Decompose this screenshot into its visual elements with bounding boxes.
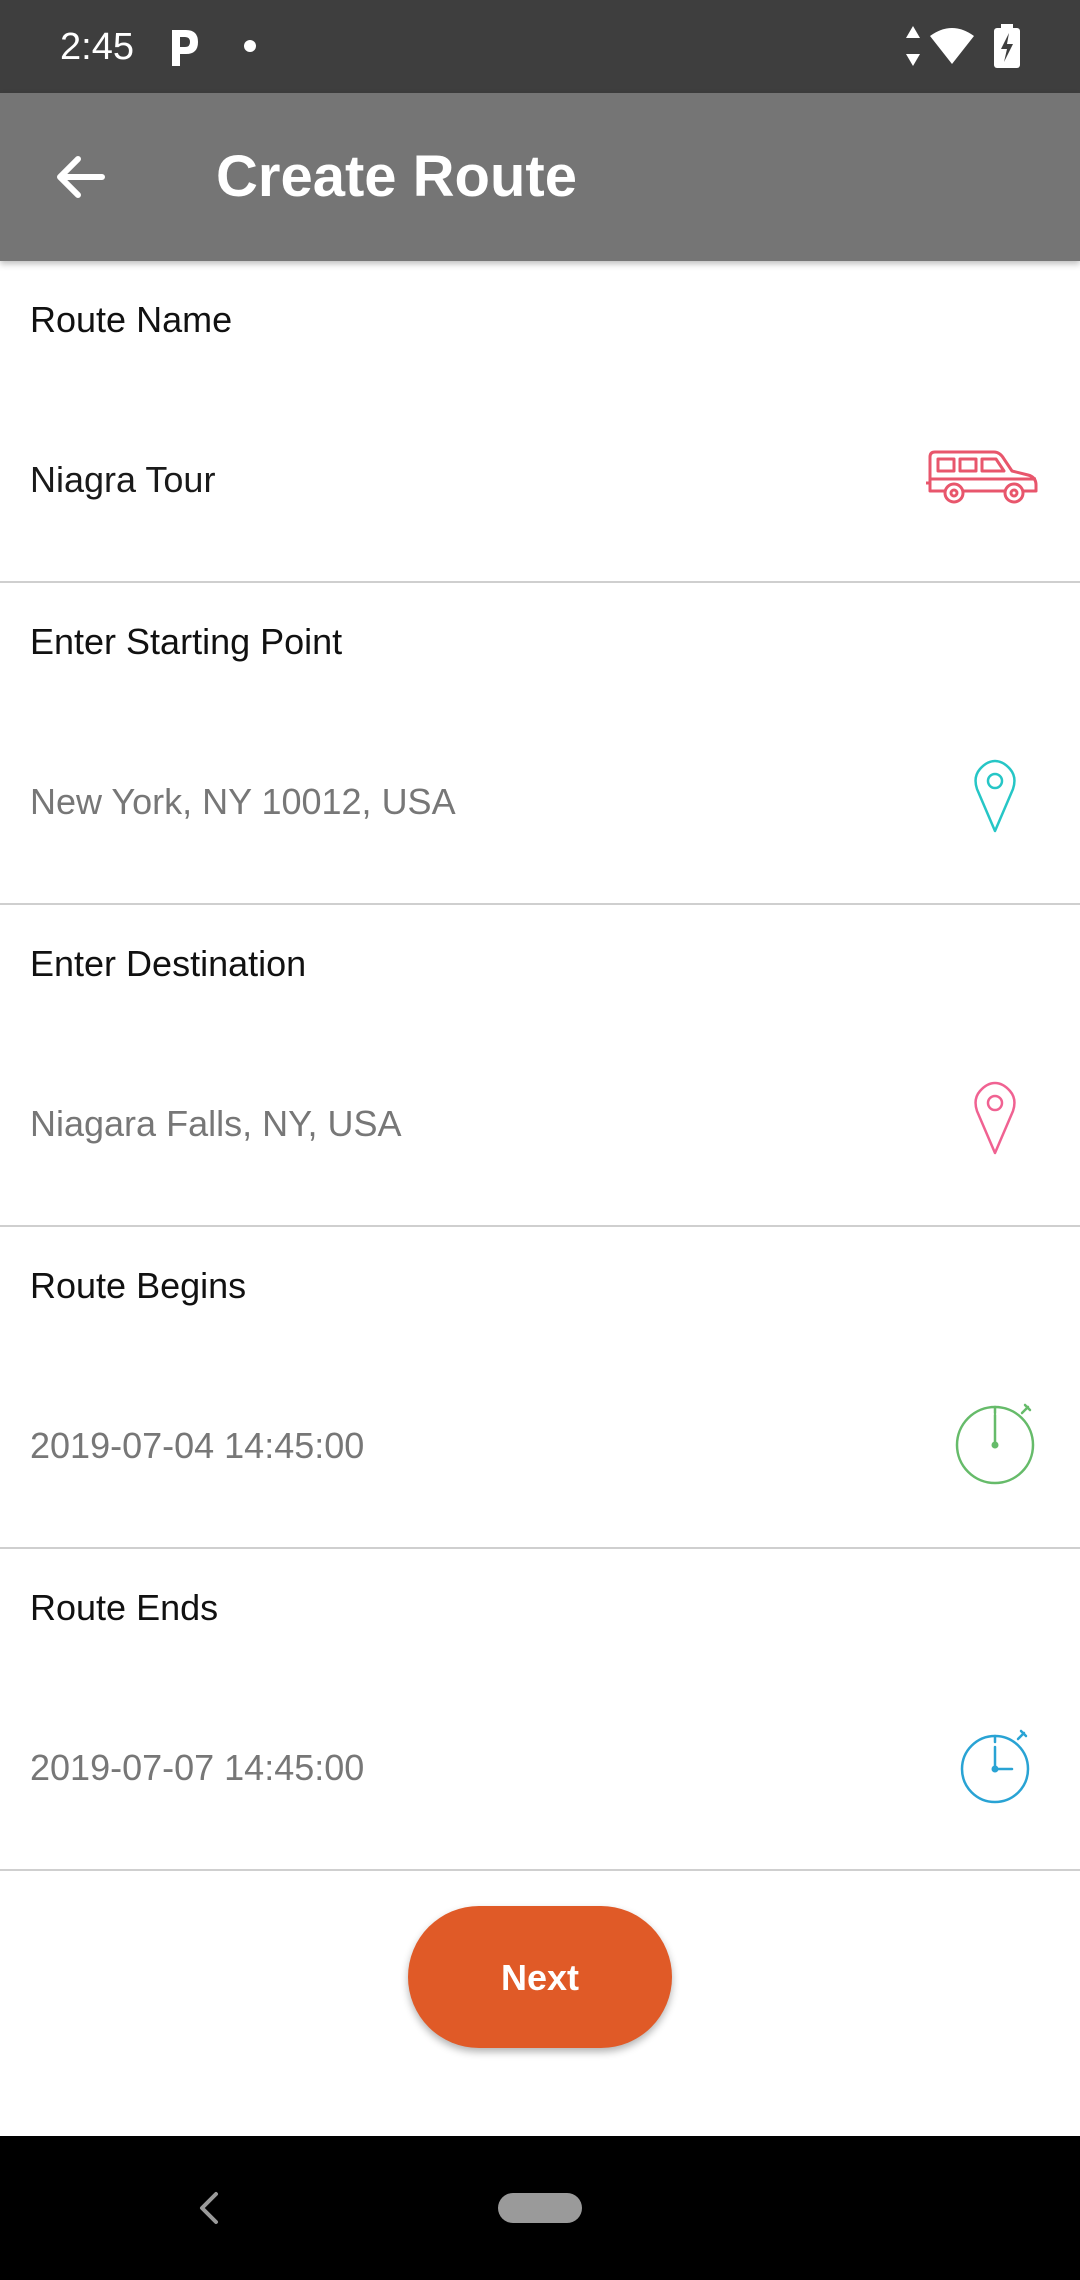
route-name-label: Route Name bbox=[30, 299, 233, 340]
create-route-screen: 2:45 Create Route Route Name Niagra Tour bbox=[0, 0, 1080, 2280]
starting-point-field[interactable]: Enter Starting Point New York, NY 10012,… bbox=[0, 583, 1080, 905]
map-pin-icon bbox=[974, 759, 1016, 833]
route-ends-input[interactable]: 2019-07-07 14:45:00 bbox=[30, 1745, 850, 1791]
stopwatch-icon bbox=[960, 1729, 1030, 1804]
arrow-left-icon bbox=[57, 156, 105, 198]
system-nav-bar bbox=[0, 2136, 1080, 2280]
notification-dot-icon bbox=[244, 40, 256, 52]
parking-notification-icon bbox=[172, 30, 198, 66]
route-ends-field[interactable]: Route Ends 2019-07-07 14:45:00 bbox=[0, 1549, 1080, 1871]
page-title: Create Route bbox=[216, 144, 577, 209]
route-name-field[interactable]: Route Name Niagra Tour bbox=[0, 261, 1080, 583]
battery-charging-icon bbox=[994, 24, 1020, 68]
destination-label: Enter Destination bbox=[30, 943, 307, 984]
app-bar: Create Route bbox=[0, 93, 1080, 261]
nav-back-icon[interactable] bbox=[190, 2186, 226, 2230]
route-begins-input[interactable]: 2019-07-04 14:45:00 bbox=[30, 1423, 850, 1469]
route-name-input[interactable]: Niagra Tour bbox=[30, 457, 850, 503]
status-bar: 2:45 bbox=[0, 0, 1080, 93]
route-begins-label: Route Begins bbox=[30, 1265, 247, 1306]
starting-point-input[interactable]: New York, NY 10012, USA bbox=[30, 779, 850, 825]
destination-field[interactable]: Enter Destination Niagara Falls, NY, USA bbox=[0, 905, 1080, 1227]
wifi-icon bbox=[930, 28, 974, 64]
car-icon bbox=[926, 450, 1038, 504]
status-time: 2:45 bbox=[60, 26, 134, 68]
route-ends-label: Route Ends bbox=[30, 1587, 219, 1628]
map-pin-icon bbox=[974, 1081, 1016, 1155]
destination-input[interactable]: Niagara Falls, NY, USA bbox=[30, 1101, 850, 1147]
nav-home-button[interactable] bbox=[498, 2193, 582, 2223]
route-begins-field[interactable]: Route Begins 2019-07-04 14:45:00 bbox=[0, 1227, 1080, 1549]
back-button[interactable] bbox=[40, 137, 120, 217]
next-button[interactable]: Next bbox=[408, 1906, 672, 2048]
data-transfer-icon bbox=[906, 26, 920, 66]
stopwatch-icon bbox=[955, 1403, 1035, 1485]
starting-point-label: Enter Starting Point bbox=[30, 621, 343, 662]
